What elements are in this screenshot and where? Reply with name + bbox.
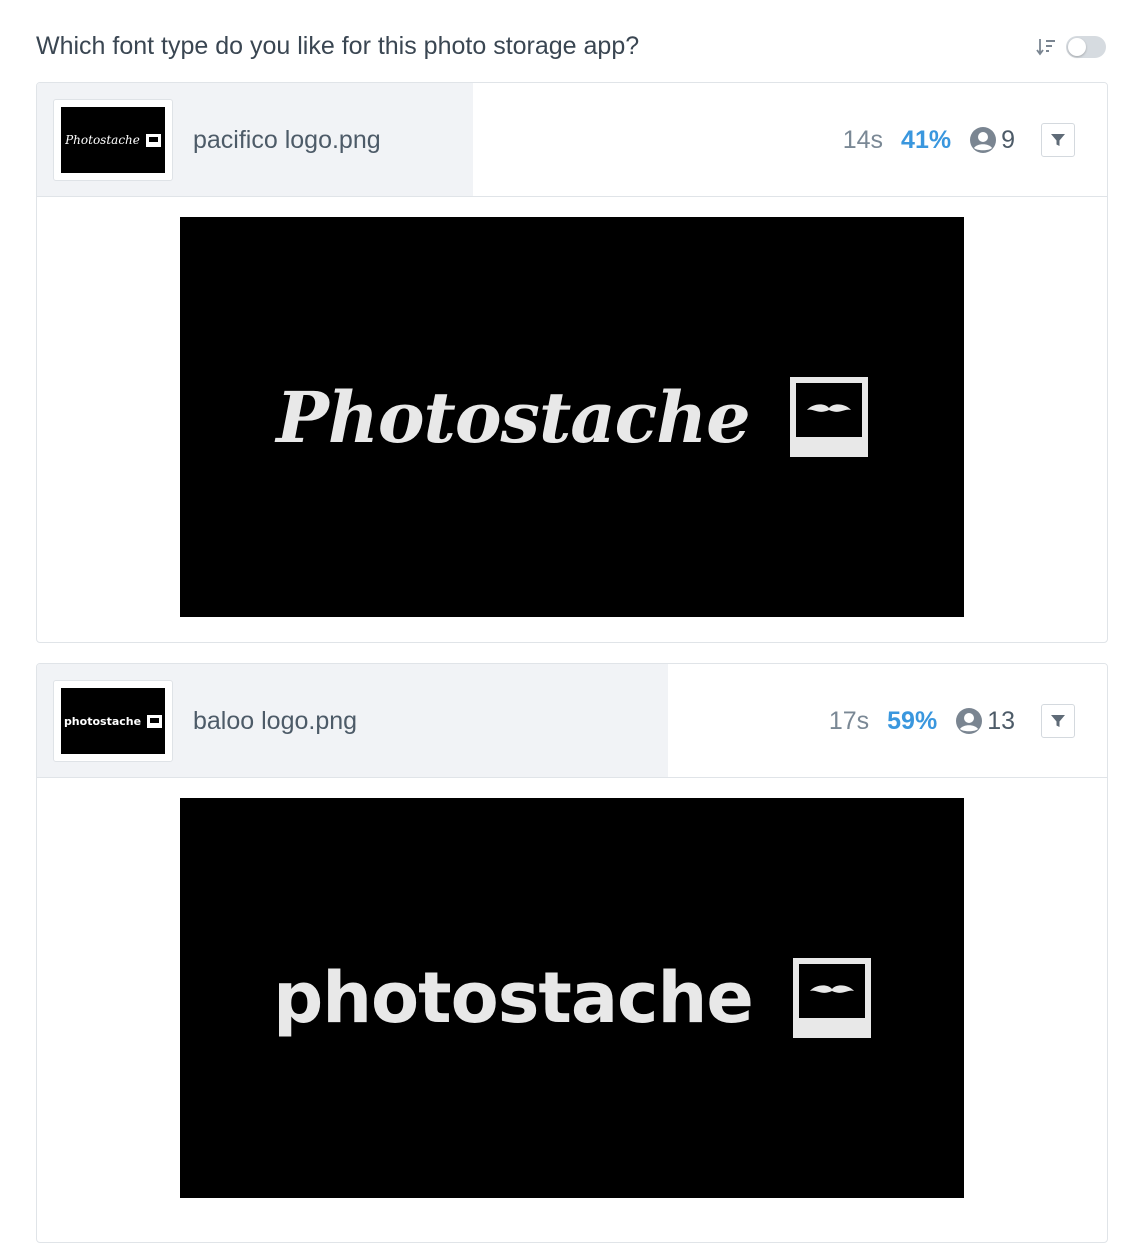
preview-logo-text: photostache (273, 957, 754, 1039)
file-name: pacifico logo.png (193, 126, 381, 154)
frame-icon (147, 714, 163, 728)
filter-icon (1051, 715, 1065, 727)
filter-button[interactable] (1041, 123, 1075, 157)
filter-button[interactable] (1041, 704, 1075, 738)
image-preview[interactable]: Photostache (180, 217, 964, 617)
thumbnail[interactable]: photostache (53, 680, 173, 762)
frame-icon (145, 133, 161, 147)
mustache-frame-icon (789, 377, 868, 457)
answer-card: photostache baloo logo.png 17s 59% 13 ph… (36, 663, 1108, 1243)
answer-stats: 17s 59% 13 (829, 704, 1015, 738)
answer-card: Photostache pacifico logo.png 14s 41% 9 (36, 82, 1108, 643)
average-time: 14s (842, 125, 884, 154)
thumbnail-image: Photostache (61, 107, 165, 173)
filter-icon (1051, 134, 1065, 146)
card-body: photostache (37, 778, 1107, 1222)
question-header: Which font type do you like for this pho… (36, 30, 1108, 64)
thumbnail-image: photostache (61, 688, 165, 754)
respondent-number: 9 (1001, 125, 1015, 154)
mustache-frame-icon (792, 958, 871, 1038)
thumbnail-logo-text: Photostache (65, 133, 140, 147)
answer-stats: 14s 41% 9 (843, 123, 1015, 157)
preview-logo-text: Photostache (276, 375, 750, 459)
results-toggle[interactable] (1066, 36, 1106, 58)
percent-value: 59% (887, 706, 938, 735)
percent-value: 41% (901, 125, 952, 154)
card-header: photostache baloo logo.png 17s 59% 13 (37, 664, 1107, 778)
thumbnail-logo-text: photostache (63, 714, 142, 728)
respondent-count: 9 (969, 126, 1015, 155)
average-time: 17s (828, 706, 870, 735)
card-body: Photostache (37, 197, 1107, 641)
question-title: Which font type do you like for this pho… (36, 32, 640, 60)
user-icon (956, 708, 983, 734)
respondent-number: 13 (987, 706, 1015, 735)
user-icon (970, 127, 997, 153)
file-name: baloo logo.png (193, 707, 358, 735)
thumbnail[interactable]: Photostache (53, 99, 173, 181)
image-preview[interactable]: photostache (180, 798, 964, 1198)
sort-descending-icon[interactable] (1034, 34, 1058, 60)
card-header: Photostache pacifico logo.png 14s 41% 9 (37, 83, 1107, 197)
toggle-knob (1068, 38, 1086, 56)
respondent-count: 13 (955, 707, 1015, 736)
